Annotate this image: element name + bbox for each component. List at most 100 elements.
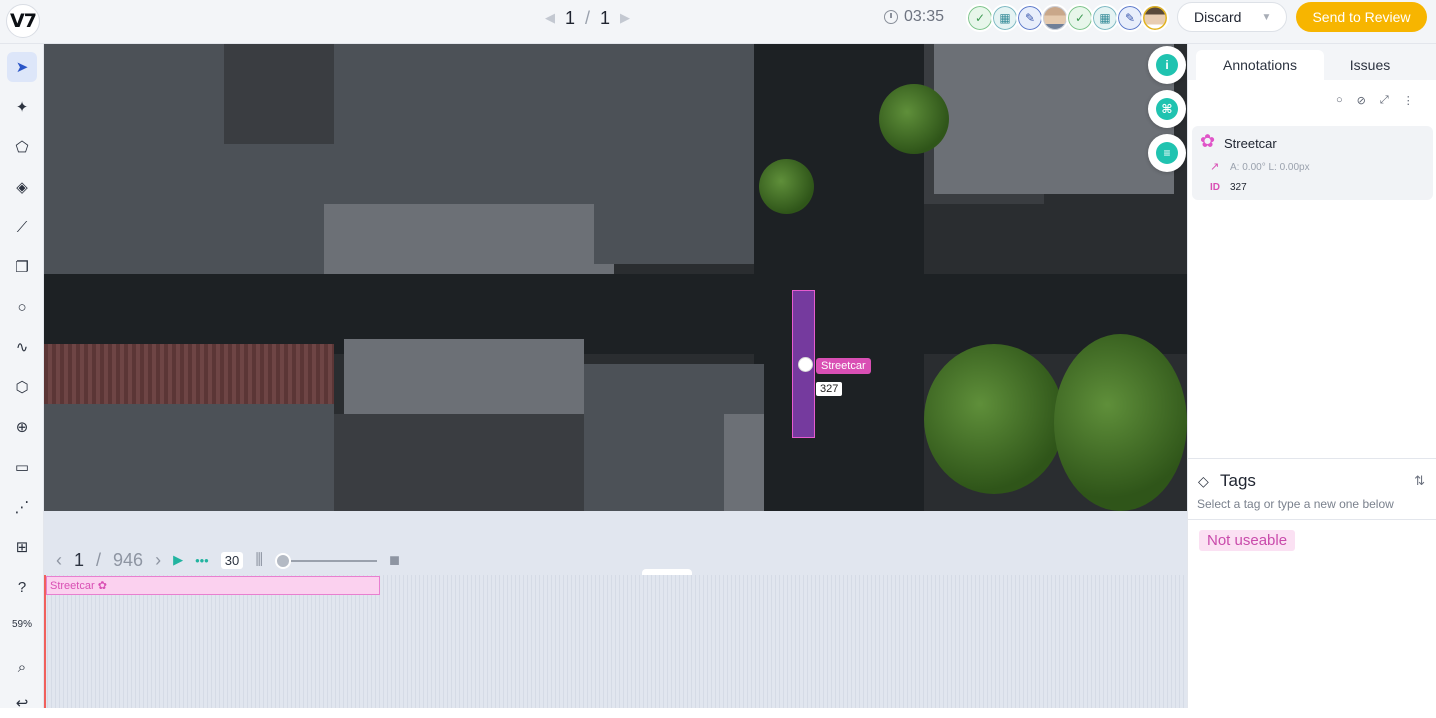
tree [924, 344, 1064, 494]
timeline-annotation-bar[interactable]: Streetcar ✿ [46, 576, 380, 595]
help-icon[interactable]: ? [7, 572, 37, 602]
complete-stage-icon[interactable]: ✓ [966, 4, 994, 32]
building-roof [324, 204, 614, 274]
line-tool-icon[interactable]: ⟋ [7, 212, 37, 242]
building-roof [44, 404, 334, 511]
zoom-level[interactable]: 59% [0, 619, 44, 630]
tags-section: ◇ Tags ⇅ Select a tag or type a new one … [1188, 458, 1436, 520]
discard-label: Discard [1194, 9, 1242, 25]
tree [1054, 334, 1187, 511]
building-roof [224, 44, 334, 144]
panel-tabs: Annotations Issues [1188, 44, 1436, 80]
loop-icon[interactable]: ••• [195, 553, 209, 568]
tags-hint: Select a tag or type a new one below [1197, 497, 1394, 511]
polygon-icon: ✿ [1200, 131, 1216, 151]
keypoint-tool-icon[interactable]: ⊕ [7, 412, 37, 442]
send-to-review-button[interactable]: Send to Review [1296, 2, 1427, 32]
frame-current[interactable]: 1 [74, 550, 84, 571]
annotation-name: Streetcar [1224, 136, 1277, 151]
more-icon[interactable]: ⋮ [1403, 94, 1414, 107]
cuboid-tool-icon[interactable]: ⬡ [7, 372, 37, 402]
tool-sidebar: ➤ ✦ ⬠ ◈ ⟋ ❐ ○ ∿ ⬡ ⊕ ▭ ⋰ ⊞ ? 59% ⌕ ↩ [0, 44, 44, 712]
zoom-slider-track[interactable] [291, 559, 378, 562]
v7-logo[interactable]: V7 [6, 4, 40, 38]
user-avatar[interactable] [1141, 4, 1169, 32]
undo-icon[interactable]: ↩ [7, 688, 37, 718]
expand-icon[interactable]: ⤢ [1380, 94, 1389, 107]
clone-tool-icon[interactable]: ❐ [7, 252, 37, 282]
tree [879, 84, 949, 154]
info-button[interactable]: i [1148, 46, 1186, 84]
shortcuts-button[interactable]: ⌘ [1148, 90, 1186, 128]
tab-annotations[interactable]: Annotations [1196, 50, 1324, 80]
info-icon: i [1156, 54, 1178, 76]
grid-stage-icon[interactable]: ▦ [1091, 4, 1119, 32]
prev-frame-icon[interactable]: ‹ [56, 550, 62, 571]
video-timeline: ‹ 1 / 946 › ▶ ••• 30 ⦀ ■ Streetcar ✿ [44, 511, 1187, 708]
hide-icon[interactable]: ⊘ [1357, 94, 1366, 107]
auto-annotate-icon[interactable]: ✦ [7, 92, 37, 122]
direction-icon: ↗ [1210, 161, 1220, 173]
table-tool-icon[interactable]: ⊞ [7, 532, 37, 562]
prev-item-icon[interactable]: ◀ [545, 10, 555, 26]
ellipse-tool-icon[interactable]: ○ [7, 292, 37, 322]
top-bar: V7 ◀ 1 / 1 ▶ 03:35 ✓ ▦ ✎ ✓ ▦ ✎ Discard ▼… [0, 0, 1436, 44]
tab-issues[interactable]: Issues [1328, 50, 1412, 80]
polygon-icon: ✿ [97, 580, 107, 592]
skeleton-tool-icon[interactable]: ⋰ [7, 492, 37, 522]
item-current: 1 [565, 7, 576, 28]
image-canvas[interactable]: Streetcar 327 [44, 44, 1187, 511]
annotation-label[interactable]: Streetcar [816, 358, 871, 374]
brush-tool-icon[interactable]: ◈ [7, 172, 37, 202]
next-frame-icon[interactable]: › [155, 550, 161, 571]
comment-tool-icon[interactable]: ▭ [7, 452, 37, 482]
tree [759, 159, 814, 214]
playhead[interactable] [44, 575, 46, 708]
timeline-annotation-label: Streetcar [50, 580, 95, 592]
fps-field[interactable]: 30 [220, 551, 244, 569]
caret-down-icon[interactable]: ▼ [1261, 12, 1271, 23]
frames-icon: ⦀ [255, 549, 264, 570]
item-pager: ◀ 1 / 1 ▶ [545, 6, 630, 30]
workflow-stages: ✓ ▦ ✎ ✓ ▦ ✎ [966, 4, 1169, 32]
zoom-slider-knob[interactable] [275, 552, 292, 569]
annotate-stage-icon[interactable]: ✎ [1116, 4, 1144, 32]
zoom-slider[interactable] [275, 550, 378, 571]
command-icon: ⌘ [1156, 98, 1178, 120]
building-roof [724, 414, 764, 511]
expand-icon[interactable]: ■ [389, 550, 400, 571]
select-tool-icon[interactable]: ➤ [7, 52, 37, 82]
grid-stage-icon[interactable]: ▦ [991, 4, 1019, 32]
tag-chip[interactable]: Not useable [1199, 530, 1296, 551]
annotation-id: 327 [816, 382, 843, 396]
timer-value: 03:35 [904, 8, 945, 25]
tag-icon: ◇ [1198, 473, 1209, 489]
street [44, 274, 1187, 354]
search-tool-icon[interactable]: ⌕ [7, 652, 37, 682]
user-avatar[interactable] [1041, 4, 1069, 32]
annotate-stage-icon[interactable]: ✎ [1016, 4, 1044, 32]
tag-tool-icon[interactable]: ⬠ [7, 132, 37, 162]
timeline-controls: ‹ 1 / 946 › ▶ ••• 30 ⦀ ■ [56, 549, 400, 571]
building-roof [344, 339, 584, 419]
id-value: 327 [1230, 182, 1247, 193]
annotation-handle[interactable] [798, 357, 813, 372]
complete-stage-icon[interactable]: ✓ [1066, 4, 1094, 32]
discard-button[interactable]: Discard ▼ [1177, 2, 1287, 32]
polyline-tool-icon[interactable]: ∿ [7, 332, 37, 362]
sliders-icon: ≡ [1156, 142, 1178, 164]
annotation-meta: A: 0.00° L: 0.00px [1230, 162, 1310, 173]
play-icon[interactable]: ▶ [173, 552, 183, 568]
annotation-toolbar: ○ ⊘ ⤢ ⋮ [1336, 94, 1414, 107]
sort-icon[interactable]: ⇅ [1414, 473, 1425, 489]
next-item-icon[interactable]: ▶ [620, 10, 630, 26]
building-roof [334, 414, 594, 511]
timer: 03:35 [884, 8, 944, 26]
frame-separator: / [96, 549, 102, 570]
item-total: 1 [600, 7, 611, 28]
item-separator: / [585, 7, 591, 28]
clock-icon [884, 10, 898, 24]
circle-icon[interactable]: ○ [1336, 94, 1343, 107]
settings-button[interactable]: ≡ [1148, 134, 1186, 172]
annotation-card[interactable]: ✿ Streetcar ↗ A: 0.00° L: 0.00px ID 327 [1192, 126, 1433, 200]
